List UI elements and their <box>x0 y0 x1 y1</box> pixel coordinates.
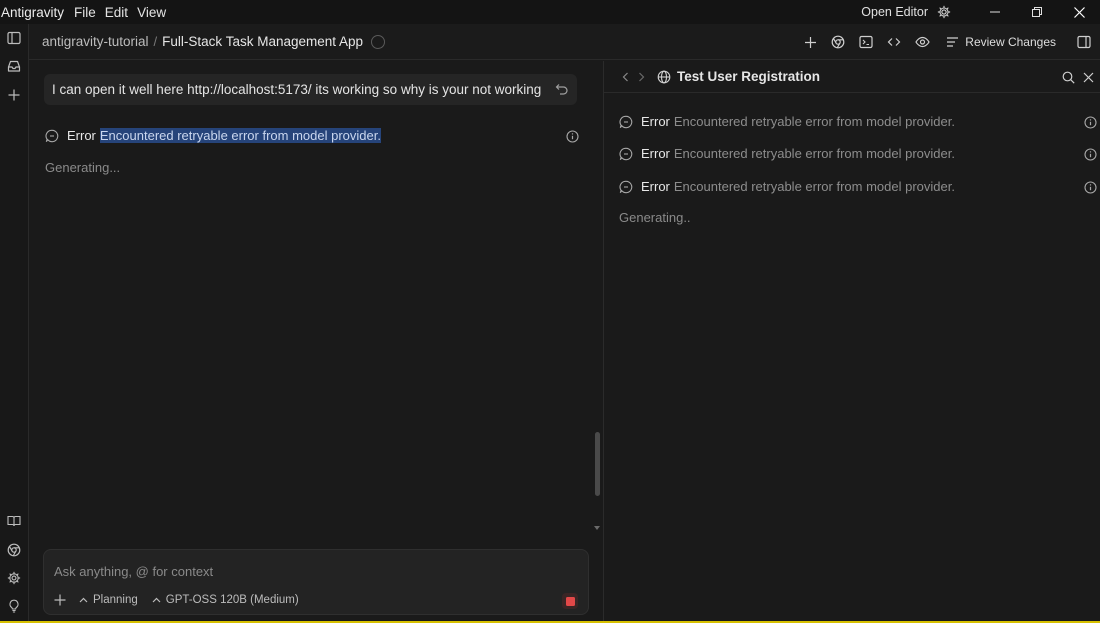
minimize-button[interactable] <box>974 0 1016 24</box>
user-message-text: I can open it well here http://localhost… <box>52 82 542 97</box>
chevron-up-icon <box>152 597 161 603</box>
info-icon[interactable] <box>566 130 579 143</box>
breadcrumb-conversation[interactable]: Full-Stack Task Management App <box>162 34 363 49</box>
task-panel-header: Test User Registration <box>604 61 1100 93</box>
chevron-up-icon <box>79 597 88 603</box>
activity-bar <box>0 24 29 621</box>
title-bar: Antigravity File Edit View Open Editor <box>0 0 1100 24</box>
scroll-down-arrow-icon[interactable] <box>594 526 600 530</box>
stop-icon <box>565 596 575 606</box>
chat-error-icon <box>619 115 633 128</box>
new-chat-plus-icon[interactable] <box>3 84 25 106</box>
attach-plus-icon[interactable] <box>54 594 66 606</box>
error-label: Error <box>641 179 670 194</box>
undo-icon[interactable] <box>555 82 569 96</box>
chat-panel: I can open it well here http://localhost… <box>29 61 603 621</box>
generating-status: Generating.. <box>619 210 691 225</box>
app-name: Antigravity <box>1 4 65 20</box>
menu-file[interactable]: File <box>74 5 96 20</box>
panel-toggle-icon[interactable] <box>1070 28 1098 56</box>
user-message: I can open it well here http://localhost… <box>44 74 577 105</box>
settings-icon[interactable] <box>3 567 25 589</box>
menu-view[interactable]: View <box>137 5 166 20</box>
review-changes-button[interactable]: Review Changes <box>940 30 1064 54</box>
review-changes-label: Review Changes <box>965 35 1056 49</box>
globe-icon <box>657 70 671 83</box>
chat-error-icon <box>45 129 59 142</box>
model-selector[interactable]: GPT-OSS 120B (Medium) <box>152 594 299 606</box>
forward-chevron-icon[interactable] <box>634 70 648 84</box>
search-icon[interactable] <box>1059 68 1077 86</box>
header-bar: antigravity-tutorial / Full-Stack Task M… <box>29 24 1100 60</box>
chat-input[interactable]: Ask anything, @ for context <box>54 564 213 579</box>
info-icon[interactable] <box>1084 148 1097 161</box>
error-label: Error <box>641 114 670 129</box>
list-icon <box>947 37 959 47</box>
error-message: Encountered retryable error from model p… <box>673 114 955 129</box>
error-message: Encountered retryable error from model p… <box>673 146 955 161</box>
add-icon[interactable] <box>796 28 824 56</box>
browser-icon[interactable] <box>3 539 25 561</box>
back-chevron-icon[interactable] <box>618 70 632 84</box>
chat-error-icon <box>619 180 633 193</box>
loading-spinner-icon <box>371 34 386 49</box>
model-label: GPT-OSS 120B (Medium) <box>165 594 299 606</box>
lightbulb-icon[interactable] <box>3 595 25 617</box>
generating-status: Generating... <box>45 160 121 175</box>
browser-icon[interactable] <box>824 28 852 56</box>
error-row: Error Encountered retryable error from m… <box>619 146 955 161</box>
settings-gear-icon[interactable] <box>936 4 952 20</box>
chat-composer: Ask anything, @ for context Planning GPT… <box>43 549 589 615</box>
preview-eye-icon[interactable] <box>908 28 936 56</box>
open-editor-button[interactable]: Open Editor <box>861 5 928 19</box>
task-title: Test User Registration <box>677 69 821 84</box>
mode-label: Planning <box>93 594 138 606</box>
task-panel: Test User Registration Error Encountered… <box>603 61 1100 621</box>
breadcrumb-separator: / <box>153 34 158 49</box>
mode-selector[interactable]: Planning <box>79 594 138 606</box>
error-row: Error Encountered retryable error from m… <box>619 114 955 129</box>
error-row: Error Encountered retryable error from m… <box>619 179 955 194</box>
menu-edit[interactable]: Edit <box>105 5 128 20</box>
stop-generation-button[interactable] <box>562 593 578 609</box>
code-icon[interactable] <box>880 28 908 56</box>
close-window-button[interactable] <box>1058 0 1100 24</box>
error-label: Error <box>641 146 670 161</box>
info-icon[interactable] <box>1084 116 1097 129</box>
error-message: Encountered retryable error from model p… <box>673 179 955 194</box>
error-label: Error <box>67 128 96 143</box>
chat-error-icon <box>619 147 633 160</box>
scrollbar-thumb[interactable] <box>595 432 600 496</box>
error-message: Encountered retryable error from model p… <box>99 128 381 143</box>
terminal-icon[interactable] <box>852 28 880 56</box>
restore-button[interactable] <box>1016 0 1058 24</box>
close-icon[interactable] <box>1079 68 1097 86</box>
sidebar-toggle-icon[interactable] <box>3 27 25 49</box>
error-row: Error Encountered retryable error from m… <box>45 128 381 143</box>
breadcrumb-workspace[interactable]: antigravity-tutorial <box>42 34 149 49</box>
inbox-icon[interactable] <box>3 55 25 77</box>
info-icon[interactable] <box>1084 181 1097 194</box>
book-icon[interactable] <box>3 510 25 532</box>
